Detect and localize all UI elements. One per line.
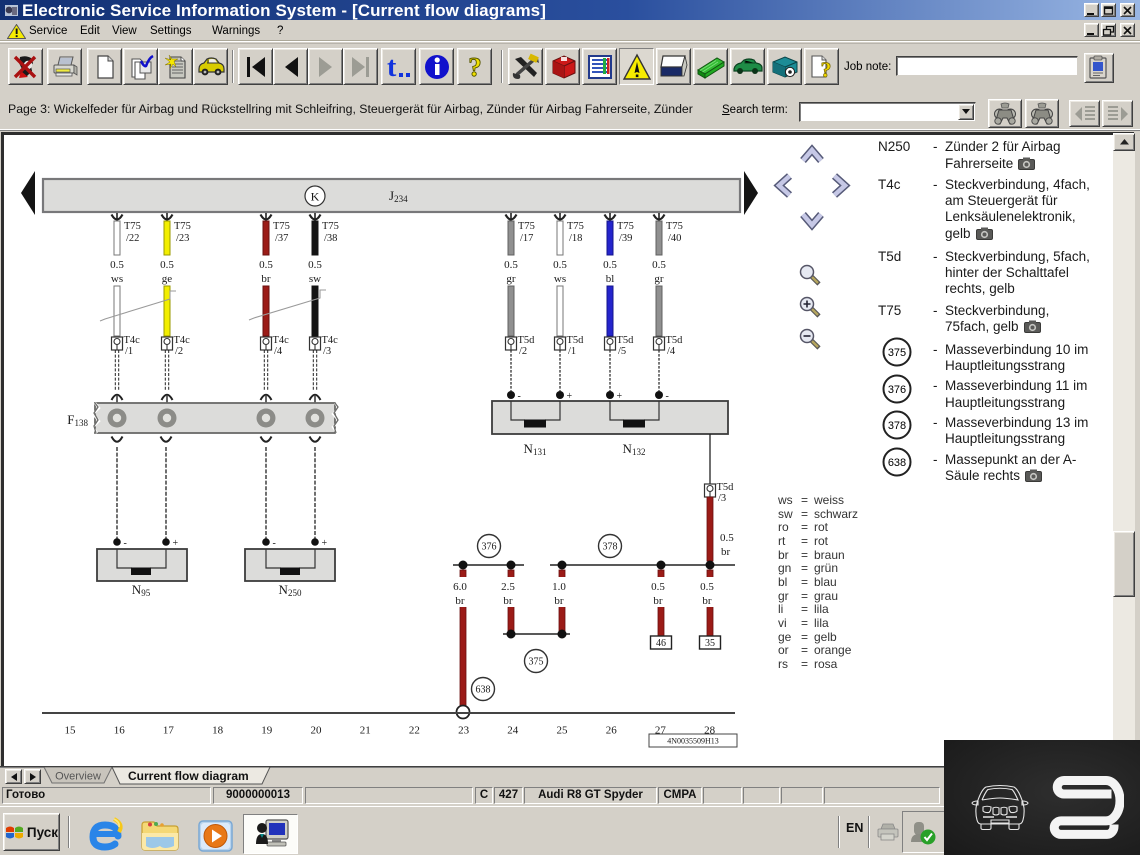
svg-text:T75: T75: [273, 221, 290, 232]
svg-text:0.5: 0.5: [651, 581, 665, 593]
svg-text:T75: T75: [124, 221, 141, 232]
svg-text:2.5: 2.5: [501, 581, 515, 593]
svg-text:0.5: 0.5: [504, 259, 518, 271]
svg-text:-: -: [124, 538, 127, 549]
svg-text:/4: /4: [667, 346, 676, 357]
svg-text:/40: /40: [668, 233, 681, 244]
svg-text:T75: T75: [567, 221, 584, 232]
svg-text:br: br: [653, 595, 663, 607]
svg-text:T75: T75: [617, 221, 634, 232]
svg-text:F138: F138: [67, 412, 88, 428]
svg-text:T4c: T4c: [322, 335, 339, 346]
svg-text:ge: ge: [162, 273, 173, 285]
svg-text:/1: /1: [568, 346, 576, 357]
svg-text:15: 15: [65, 725, 77, 737]
svg-text:ws: ws: [554, 273, 566, 285]
svg-text:378: 378: [603, 542, 618, 553]
svg-text:6.0: 6.0: [453, 581, 467, 593]
svg-text:T4c: T4c: [174, 335, 191, 346]
svg-text:/5: /5: [618, 346, 626, 357]
svg-text:-: -: [273, 538, 276, 549]
svg-text:0.5: 0.5: [553, 259, 567, 271]
svg-text:N250: N250: [279, 582, 302, 598]
svg-text:375: 375: [529, 657, 544, 668]
svg-text:20: 20: [311, 725, 323, 737]
svg-text:16: 16: [114, 725, 126, 737]
svg-text:/2: /2: [175, 346, 183, 357]
svg-text:gr: gr: [654, 273, 664, 285]
svg-text:19: 19: [261, 725, 273, 737]
svg-text:18: 18: [212, 725, 224, 737]
svg-text:21: 21: [360, 725, 371, 737]
svg-text:27: 27: [655, 725, 667, 737]
svg-text:/22: /22: [126, 233, 139, 244]
svg-text:0.5: 0.5: [700, 581, 714, 593]
svg-text:0.5: 0.5: [259, 259, 273, 271]
svg-text:br: br: [503, 595, 513, 607]
svg-text:0.5: 0.5: [308, 259, 322, 271]
svg-text:1.0: 1.0: [552, 581, 566, 593]
svg-text:T5d: T5d: [518, 335, 536, 346]
svg-text:br: br: [554, 595, 564, 607]
svg-text:/17: /17: [520, 233, 533, 244]
svg-text:Overview: Overview: [55, 771, 101, 783]
svg-text:br: br: [455, 595, 465, 607]
svg-text:/38: /38: [324, 233, 337, 244]
svg-text:/1: /1: [125, 346, 133, 357]
svg-text:T4c: T4c: [124, 335, 141, 346]
svg-text:/3: /3: [718, 493, 726, 504]
svg-text:K: K: [311, 190, 320, 204]
svg-text:T75: T75: [322, 221, 339, 232]
svg-text:/18: /18: [569, 233, 582, 244]
svg-text:T5d: T5d: [717, 482, 735, 493]
svg-text:/3: /3: [323, 346, 331, 357]
svg-text:T5d: T5d: [617, 335, 635, 346]
svg-text:638: 638: [476, 685, 491, 696]
svg-text:/4: /4: [274, 346, 283, 357]
svg-text:+: +: [322, 538, 328, 549]
svg-text:28: 28: [704, 725, 716, 737]
svg-text:0.5: 0.5: [652, 259, 666, 271]
svg-text:bl: bl: [606, 273, 615, 285]
svg-text:T75: T75: [518, 221, 535, 232]
svg-text:46: 46: [656, 638, 666, 649]
svg-text:T75: T75: [666, 221, 683, 232]
svg-text:+: +: [173, 538, 179, 549]
svg-text:0.5: 0.5: [720, 532, 734, 544]
svg-text:N95: N95: [132, 582, 151, 598]
svg-text:T4c: T4c: [273, 335, 290, 346]
svg-text:/2: /2: [519, 346, 527, 357]
svg-text:sw: sw: [309, 273, 321, 285]
svg-text:/37: /37: [275, 233, 288, 244]
svg-text:378: 378: [888, 420, 906, 432]
svg-text:br: br: [702, 595, 712, 607]
svg-text:N131: N131: [524, 441, 547, 457]
svg-text:24: 24: [507, 725, 519, 737]
svg-text:375: 375: [888, 347, 906, 359]
svg-text:4N0035509H13: 4N0035509H13: [667, 737, 719, 746]
svg-text:br: br: [261, 273, 271, 285]
svg-text:T75: T75: [174, 221, 191, 232]
svg-text:0.5: 0.5: [110, 259, 124, 271]
svg-text:0.5: 0.5: [603, 259, 617, 271]
svg-text:N132: N132: [623, 441, 646, 457]
svg-text:gr: gr: [506, 273, 516, 285]
svg-text:0.5: 0.5: [160, 259, 174, 271]
svg-text:17: 17: [163, 725, 175, 737]
svg-text:22: 22: [409, 725, 420, 737]
svg-text:376: 376: [888, 384, 906, 396]
svg-text:/23: /23: [176, 233, 189, 244]
svg-text:25: 25: [557, 725, 569, 737]
svg-text:26: 26: [606, 725, 618, 737]
svg-text:br: br: [721, 546, 731, 558]
svg-text:ws: ws: [111, 273, 123, 285]
svg-text:35: 35: [705, 638, 715, 649]
svg-text:T5d: T5d: [567, 335, 585, 346]
svg-text:T5d: T5d: [666, 335, 684, 346]
svg-text:Current flow diagram: Current flow diagram: [128, 769, 249, 783]
svg-text:/39: /39: [619, 233, 632, 244]
svg-text:23: 23: [458, 725, 470, 737]
svg-text:638: 638: [888, 457, 906, 469]
svg-text:376: 376: [482, 542, 497, 553]
